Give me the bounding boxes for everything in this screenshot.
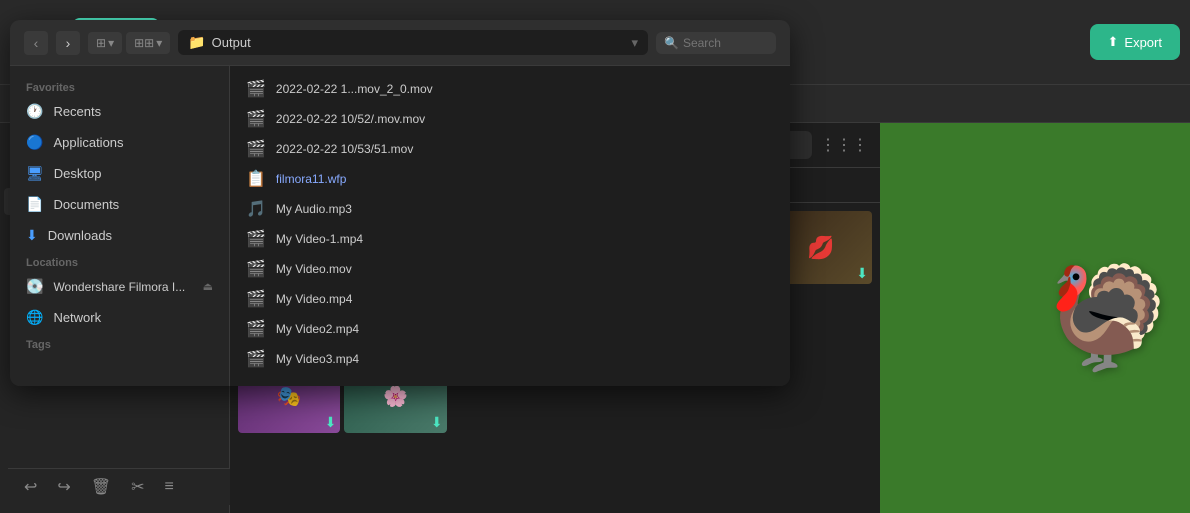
file-item[interactable]: 🎬 My Video-1.mp4 xyxy=(238,224,782,254)
picker-sidebar-downloads[interactable]: ⬇ Downloads xyxy=(10,220,229,251)
picker-location-bar[interactable]: 📁 Output ▾ xyxy=(178,30,648,55)
file-item[interactable]: 🎬 2022-02-22 10/53/51.mov xyxy=(238,134,782,164)
delete-button[interactable]: 🗑 xyxy=(87,475,115,499)
export-icon: ⬆ xyxy=(1108,34,1119,50)
video-file-icon: 🎬 xyxy=(246,229,266,249)
grid-toggle-icon[interactable]: ⋮⋮⋮ xyxy=(820,135,868,155)
cut-button[interactable]: ✂ xyxy=(127,475,148,499)
folder-icon: 📁 xyxy=(188,34,205,51)
video-file-icon: 🎬 xyxy=(246,79,266,99)
file-item[interactable]: 🎬 My Video2.mp4 xyxy=(238,314,782,344)
grid-view-chevron: ▾ xyxy=(156,36,162,50)
wondershare-icon: 💽 xyxy=(26,278,43,295)
video-file-icon: 🎬 xyxy=(246,319,266,339)
preview-panel: 🦃 xyxy=(880,123,1190,513)
video-file-icon: 🎬 xyxy=(246,289,266,309)
wfp-file-icon: 📋 xyxy=(246,169,266,189)
video-file-icon: 🎬 xyxy=(246,349,266,369)
picker-toolbar: ‹ › ⊞ ▾ ⊞⊞ ▾ 📁 Output ▾ 🔍 xyxy=(10,20,790,66)
file-item[interactable]: 🎵 My Audio.mp3 xyxy=(238,194,782,224)
picker-view-buttons: ⊞ ▾ ⊞⊞ ▾ xyxy=(88,32,170,54)
preview-character: 🦃 xyxy=(1045,260,1170,377)
picker-sidebar-recents[interactable]: 🕐 Recents xyxy=(10,96,229,127)
recents-icon: 🕐 xyxy=(26,103,43,120)
picker-back-button[interactable]: ‹ xyxy=(24,31,48,55)
download-icon: ⬇ xyxy=(325,414,337,431)
wondershare-label: Wondershare Filmora I... xyxy=(53,280,185,294)
file-name: My Video.mp4 xyxy=(276,292,352,306)
network-label: Network xyxy=(53,310,101,325)
downloads-icon: ⬇ xyxy=(26,227,38,244)
file-name: My Audio.mp3 xyxy=(276,202,352,216)
downloads-label: Downloads xyxy=(48,228,112,243)
picker-search-box[interactable]: 🔍 xyxy=(656,32,776,54)
file-name: My Video2.mp4 xyxy=(276,322,359,336)
file-name: 2022-02-22 10/53/51.mov xyxy=(276,142,413,156)
picker-sidebar-documents[interactable]: 📄 Documents xyxy=(10,189,229,220)
export-label: Export xyxy=(1124,35,1162,50)
file-item[interactable]: 🎬 My Video.mp4 xyxy=(238,284,782,314)
picker-sidebar: Favorites 🕐 Recents 🔵 Applications 🖥 Des… xyxy=(10,66,230,386)
file-item[interactable]: 🎬 2022-02-22 10/52/.mov.mov xyxy=(238,104,782,134)
file-picker-dialog: ‹ › ⊞ ▾ ⊞⊞ ▾ 📁 Output ▾ 🔍 xyxy=(10,20,790,386)
file-name: My Video3.mp4 xyxy=(276,352,359,366)
picker-search-icon: 🔍 xyxy=(664,36,679,50)
file-name: My Video.mov xyxy=(276,262,352,276)
grid-view-icon: ⊞⊞ xyxy=(134,36,154,50)
file-item[interactable]: 🎬 My Video3.mp4 xyxy=(238,344,782,374)
picker-sidebar-network[interactable]: 🌐 Network xyxy=(10,302,229,333)
file-name: 2022-02-22 10/52/.mov.mov xyxy=(276,112,425,126)
audio-file-icon: 🎵 xyxy=(246,199,266,219)
desktop-icon: 🖥 xyxy=(26,165,44,182)
file-item[interactable]: 🎬 My Video.mov xyxy=(238,254,782,284)
applications-icon: 🔵 xyxy=(26,134,43,151)
redo-button[interactable]: ↪ xyxy=(53,475,74,499)
recents-label: Recents xyxy=(53,104,101,119)
video-file-icon: 🎬 xyxy=(246,139,266,159)
picker-location-label: Output xyxy=(212,35,251,50)
picker-body: Favorites 🕐 Recents 🔵 Applications 🖥 Des… xyxy=(10,66,790,386)
download-icon: ⬇ xyxy=(431,414,443,431)
picker-sidebar-applications[interactable]: 🔵 Applications xyxy=(10,127,229,158)
export-button[interactable]: ⬆ Export xyxy=(1090,24,1180,60)
file-name: 2022-02-22 1...mov_2_0.mov xyxy=(276,82,433,96)
picker-search-input[interactable] xyxy=(683,36,763,50)
favorites-section-label: Favorites xyxy=(10,76,229,96)
picker-files-panel: 🎬 2022-02-22 1...mov_2_0.mov 🎬 2022-02-2… xyxy=(230,66,790,386)
documents-label: Documents xyxy=(53,197,119,212)
file-name: filmora11.wfp xyxy=(276,172,346,186)
location-dropdown-icon: ▾ xyxy=(631,35,638,51)
desktop-label: Desktop xyxy=(54,166,102,181)
picker-grid-view-button[interactable]: ⊞⊞ ▾ xyxy=(126,32,170,54)
list-view-chevron: ▾ xyxy=(108,36,114,50)
file-item[interactable]: 📋 filmora11.wfp xyxy=(238,164,782,194)
tags-section-label: Tags xyxy=(10,333,229,353)
picker-sidebar-wondershare[interactable]: 💽 Wondershare Filmora I... ⏏ xyxy=(10,271,229,302)
download-icon: ⬇ xyxy=(856,265,868,282)
preview-background: 🦃 xyxy=(880,123,1190,513)
undo-button[interactable]: ↩ xyxy=(20,475,41,499)
locations-section-label: Locations xyxy=(10,251,229,271)
picker-sidebar-desktop[interactable]: 🖥 Desktop xyxy=(10,158,229,189)
eject-icon: ⏏ xyxy=(203,280,213,293)
video-file-icon: 🎬 xyxy=(246,259,266,279)
picker-list-view-button[interactable]: ⊞ ▾ xyxy=(88,32,122,54)
network-icon: 🌐 xyxy=(26,309,43,326)
file-item[interactable]: 🎬 2022-02-22 1...mov_2_0.mov xyxy=(238,74,782,104)
video-file-icon: 🎬 xyxy=(246,109,266,129)
list-view-icon: ⊞ xyxy=(96,36,106,50)
file-name: My Video-1.mp4 xyxy=(276,232,363,246)
picker-forward-button[interactable]: › xyxy=(56,31,80,55)
documents-icon: 📄 xyxy=(26,196,43,213)
applications-label: Applications xyxy=(53,135,123,150)
menu-button[interactable]: ≡ xyxy=(161,476,178,498)
